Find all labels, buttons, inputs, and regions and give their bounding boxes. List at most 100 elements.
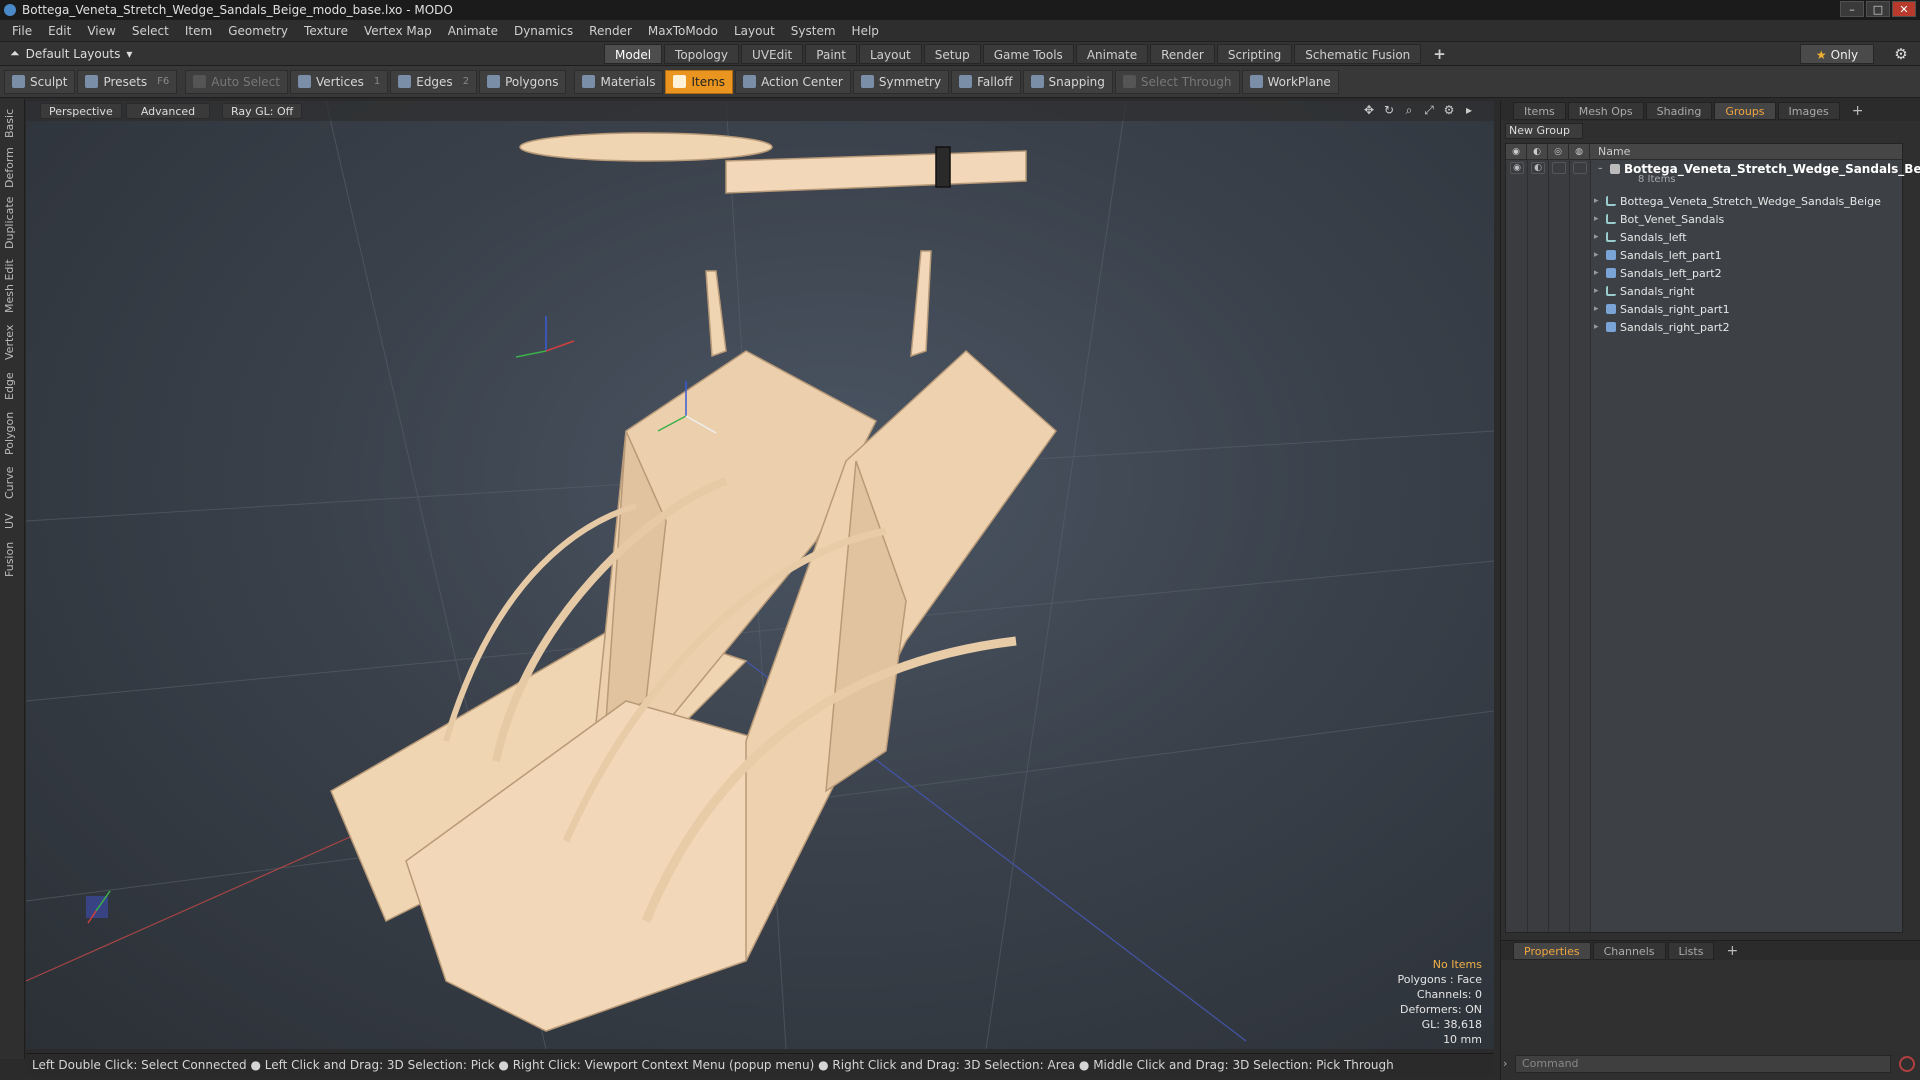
maximize-button[interactable]: □ xyxy=(1866,1,1890,17)
menu-vertex-map[interactable]: Vertex Map xyxy=(356,20,440,42)
tab-lists[interactable]: Lists xyxy=(1667,941,1715,960)
zoom-icon[interactable]: ⌕ xyxy=(1402,103,1416,117)
add-tab-button[interactable]: + xyxy=(1423,44,1456,64)
tab-groups[interactable]: Groups xyxy=(1714,102,1776,120)
tab-animate[interactable]: Animate xyxy=(1075,44,1149,64)
tab-shading[interactable]: Shading xyxy=(1645,102,1713,120)
symmetry-button[interactable]: Symmetry xyxy=(852,69,950,94)
select-column-icon[interactable]: ◍ xyxy=(1569,143,1590,160)
vtab-fusion[interactable]: Fusion xyxy=(3,539,21,579)
command-input[interactable]: Command xyxy=(1515,1055,1891,1073)
visibility-column-icon[interactable]: ◉ xyxy=(1506,143,1527,160)
tab-topology[interactable]: Topology xyxy=(664,44,740,64)
menu-maxtomodo[interactable]: MaxToModo xyxy=(640,20,726,42)
list-item[interactable]: ▸ Sandals_right xyxy=(1594,282,1695,300)
menu-system[interactable]: System xyxy=(783,20,844,42)
render-column-icon[interactable]: ◐ xyxy=(1527,143,1548,160)
vtab-duplicate[interactable]: Duplicate xyxy=(3,195,21,251)
view-perspective-button[interactable]: Perspective xyxy=(40,103,122,119)
list-item[interactable]: ▸ Sandals_left_part1 xyxy=(1594,246,1722,264)
menu-help[interactable]: Help xyxy=(844,20,887,42)
close-button[interactable]: ✕ xyxy=(1892,1,1916,17)
vtab-vertex[interactable]: Vertex xyxy=(3,321,21,363)
select-through-button[interactable]: Select Through xyxy=(1114,69,1240,94)
locator-icon xyxy=(1606,196,1616,206)
menu-render[interactable]: Render xyxy=(581,20,640,42)
sculpt-button[interactable]: Sculpt xyxy=(4,69,76,94)
tab-channels[interactable]: Channels xyxy=(1592,941,1666,960)
action-center-button[interactable]: Action Center xyxy=(735,69,851,94)
menu-geometry[interactable]: Geometry xyxy=(220,20,296,42)
tab-mesh-ops[interactable]: Mesh Ops xyxy=(1567,102,1644,120)
vertices-button[interactable]: Vertices 1 xyxy=(289,69,389,94)
tab-properties[interactable]: Properties xyxy=(1513,941,1591,960)
expand-arrow-icon[interactable]: ▸ xyxy=(1462,103,1476,117)
vtab-uv[interactable]: UV xyxy=(3,509,21,533)
add-panel-tab-button[interactable]: + xyxy=(1842,102,1874,120)
tab-scripting[interactable]: Scripting xyxy=(1216,44,1293,64)
list-item[interactable]: ▸ Bottega_Veneta_Stretch_Wedge_Sandals_B… xyxy=(1594,192,1881,210)
add-properties-tab-button[interactable]: + xyxy=(1716,942,1748,960)
polygons-button[interactable]: Polygons xyxy=(479,69,567,94)
menu-animate[interactable]: Animate xyxy=(440,20,506,42)
group-select-toggle[interactable] xyxy=(1573,162,1587,174)
menu-edit[interactable]: Edit xyxy=(40,20,79,42)
workplane-button[interactable]: WorkPlane xyxy=(1241,69,1339,94)
tab-render[interactable]: Render xyxy=(1150,44,1215,64)
3d-viewport[interactable]: No Items Polygons : Face Channels: 0 Def… xyxy=(26,101,1494,1049)
list-item[interactable]: ▸ Sandals_left xyxy=(1594,228,1687,246)
materials-button[interactable]: Materials xyxy=(574,69,664,94)
layout-selector[interactable]: ⏶ Default Layouts ▾ xyxy=(10,46,132,61)
menu-item[interactable]: Item xyxy=(177,20,220,42)
gear-icon[interactable]: ⚙ xyxy=(1892,45,1910,63)
shading-advanced-button[interactable]: Advanced xyxy=(126,103,210,119)
tab-images[interactable]: Images xyxy=(1777,102,1840,120)
tab-schematic-fusion[interactable]: Schematic Fusion xyxy=(1294,44,1422,64)
group-lock-toggle[interactable] xyxy=(1552,162,1566,174)
list-item[interactable]: ▸ Sandals_left_part2 xyxy=(1594,264,1722,282)
tab-paint[interactable]: Paint xyxy=(805,44,857,64)
command-history-icon[interactable]: › xyxy=(1503,1057,1507,1070)
tab-layout[interactable]: Layout xyxy=(858,44,922,64)
tab-items[interactable]: Items xyxy=(1513,102,1566,120)
snapping-button[interactable]: Snapping xyxy=(1022,69,1113,94)
vtab-polygon[interactable]: Polygon xyxy=(3,409,21,457)
collapse-icon[interactable]: – xyxy=(1598,164,1608,174)
list-item[interactable]: ▸ Sandals_right_part2 xyxy=(1594,318,1730,336)
vtab-deform[interactable]: Deform xyxy=(3,147,21,189)
falloff-button[interactable]: Falloff xyxy=(951,69,1021,94)
tab-model[interactable]: Model xyxy=(604,44,663,64)
tab-setup[interactable]: Setup xyxy=(923,44,981,64)
rotate-icon[interactable]: ↻ xyxy=(1382,103,1396,117)
name-column-header[interactable]: Name xyxy=(1590,145,1630,158)
group-render-toggle[interactable]: ◐ xyxy=(1531,162,1545,174)
fit-icon[interactable]: ⤢ xyxy=(1422,103,1436,117)
record-macro-icon[interactable] xyxy=(1899,1056,1915,1072)
new-group-button[interactable]: New Group xyxy=(1505,123,1583,139)
list-item[interactable]: ▸ Bot_Venet_Sandals xyxy=(1594,210,1724,228)
menu-view[interactable]: View xyxy=(79,20,123,42)
tab-uvedit[interactable]: UVEdit xyxy=(741,44,804,64)
menu-dynamics[interactable]: Dynamics xyxy=(506,20,581,42)
only-button[interactable]: ★ Only xyxy=(1800,44,1874,64)
group-visibility-toggle[interactable]: ◉ xyxy=(1510,162,1524,174)
raygl-button[interactable]: Ray GL: Off xyxy=(222,103,303,119)
lock-column-icon[interactable]: ◎ xyxy=(1548,143,1569,160)
vtab-mesh-edit[interactable]: Mesh Edit xyxy=(3,257,21,315)
menu-texture[interactable]: Texture xyxy=(296,20,356,42)
vtab-curve[interactable]: Curve xyxy=(3,463,21,503)
viewport-gear-icon[interactable]: ⚙ xyxy=(1442,103,1456,117)
items-button[interactable]: Items xyxy=(665,69,734,94)
vtab-basic[interactable]: Basic xyxy=(3,105,21,141)
edges-button[interactable]: Edges 2 xyxy=(390,69,478,94)
auto-select-button[interactable]: Auto Select xyxy=(185,69,288,94)
menu-layout[interactable]: Layout xyxy=(726,20,783,42)
minimize-button[interactable]: – xyxy=(1840,1,1864,17)
vtab-edge[interactable]: Edge xyxy=(3,369,21,403)
tab-game-tools[interactable]: Game Tools xyxy=(982,44,1074,64)
list-item[interactable]: ▸ Sandals_right_part1 xyxy=(1594,300,1730,318)
pan-icon[interactable]: ✥ xyxy=(1362,103,1376,117)
menu-select[interactable]: Select xyxy=(124,20,177,42)
presets-button[interactable]: Presets F6 xyxy=(77,69,178,94)
menu-file[interactable]: File xyxy=(4,20,40,42)
